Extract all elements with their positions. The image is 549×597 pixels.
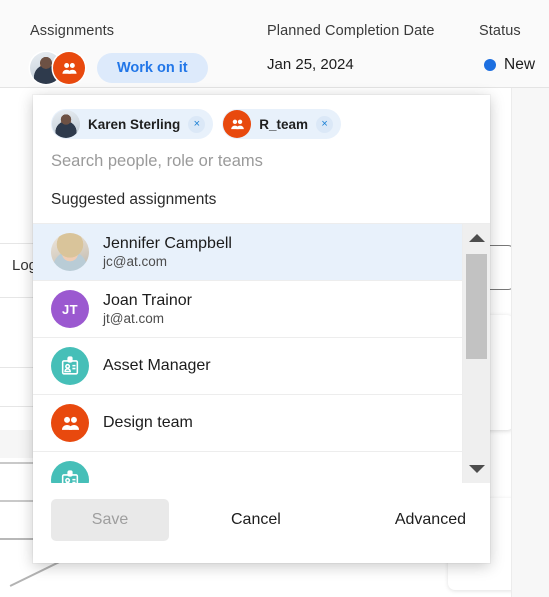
save-button[interactable]: Save xyxy=(51,499,169,541)
status-label: New xyxy=(504,56,536,73)
chip-r-team[interactable]: R_team × xyxy=(222,109,342,139)
cancel-button[interactable]: Cancel xyxy=(225,499,287,541)
remove-chip-icon[interactable]: × xyxy=(188,115,206,133)
assignment-picker-popup: Karen Sterling × R_team × Suggested assi… xyxy=(33,95,490,563)
status-badge[interactable]: New xyxy=(484,56,535,74)
search-input[interactable] xyxy=(33,139,490,185)
column-header-planned-completion-date: Planned Completion Date xyxy=(267,23,435,39)
list-item-name: Jennifer Campbell xyxy=(103,234,232,252)
avatar-assignee-team[interactable] xyxy=(53,52,85,84)
list-item-jennifer-campbell[interactable]: Jennifer Campbell jc@at.com xyxy=(33,224,462,281)
assignments-cell[interactable]: Work on it xyxy=(30,52,208,84)
list-item-text: Joan Trainor jt@at.com xyxy=(103,292,192,327)
chevron-down-icon xyxy=(468,465,485,473)
scroll-up-button[interactable] xyxy=(463,226,490,250)
suggested-assignments-heading: Suggested assignments xyxy=(51,191,217,208)
list-item-asset-manager[interactable]: Asset Manager xyxy=(33,338,462,395)
avatar-r-team xyxy=(223,110,252,138)
work-on-it-button[interactable]: Work on it xyxy=(97,52,208,84)
scroll-down-button[interactable] xyxy=(463,457,490,481)
chip-karen-sterling[interactable]: Karen Sterling × xyxy=(51,109,214,139)
selected-assignees-chips: Karen Sterling × R_team × xyxy=(33,95,490,139)
avatar-initials: JT xyxy=(62,301,78,317)
column-header-assignments: Assignments xyxy=(30,23,115,39)
chip-label: R_team xyxy=(259,116,309,132)
list-item-joan-trainor[interactable]: JT Joan Trainor jt@at.com xyxy=(33,281,462,338)
avatar-jennifer-campbell xyxy=(51,233,89,271)
list-item-text: Jennifer Campbell jc@at.com xyxy=(103,235,232,270)
list-item-name: Asset Manager xyxy=(103,357,211,374)
avatar-joan-trainor: JT xyxy=(51,290,89,328)
suggestions-list: Jennifer Campbell jc@at.com JT Joan Trai… xyxy=(33,223,462,483)
scrollbar-thumb[interactable] xyxy=(466,254,487,359)
avatar-partial-item xyxy=(51,461,89,483)
advanced-button[interactable]: Advanced xyxy=(389,499,472,541)
people-icon xyxy=(61,416,79,430)
background-right-panel xyxy=(511,88,549,597)
avatar-design-team xyxy=(51,404,89,442)
avatar-karen-sterling xyxy=(52,110,80,138)
people-icon xyxy=(61,62,77,74)
id-badge-icon xyxy=(61,470,79,483)
list-item-name: Design team xyxy=(103,414,193,431)
avatar-asset-manager xyxy=(51,347,89,385)
planned-completion-date-value[interactable]: Jan 25, 2024 xyxy=(267,56,354,73)
column-header-status: Status xyxy=(479,23,521,39)
popup-footer: Save Cancel Advanced xyxy=(33,483,490,563)
status-dot-icon xyxy=(484,59,496,71)
list-item-partial[interactable] xyxy=(33,452,462,483)
people-icon xyxy=(230,119,244,129)
list-item-email: jt@at.com xyxy=(103,310,164,326)
chip-label: Karen Sterling xyxy=(88,116,181,132)
list-item-design-team[interactable]: Design team xyxy=(33,395,462,452)
chevron-up-icon xyxy=(468,234,485,242)
suggestions-list-area: Jennifer Campbell jc@at.com JT Joan Trai… xyxy=(33,223,490,483)
list-item-email: jc@at.com xyxy=(103,253,167,269)
remove-chip-icon[interactable]: × xyxy=(316,115,334,133)
id-badge-icon xyxy=(61,356,79,375)
suggestions-scrollbar[interactable] xyxy=(462,223,490,483)
list-item-name: Joan Trainor xyxy=(103,291,192,309)
